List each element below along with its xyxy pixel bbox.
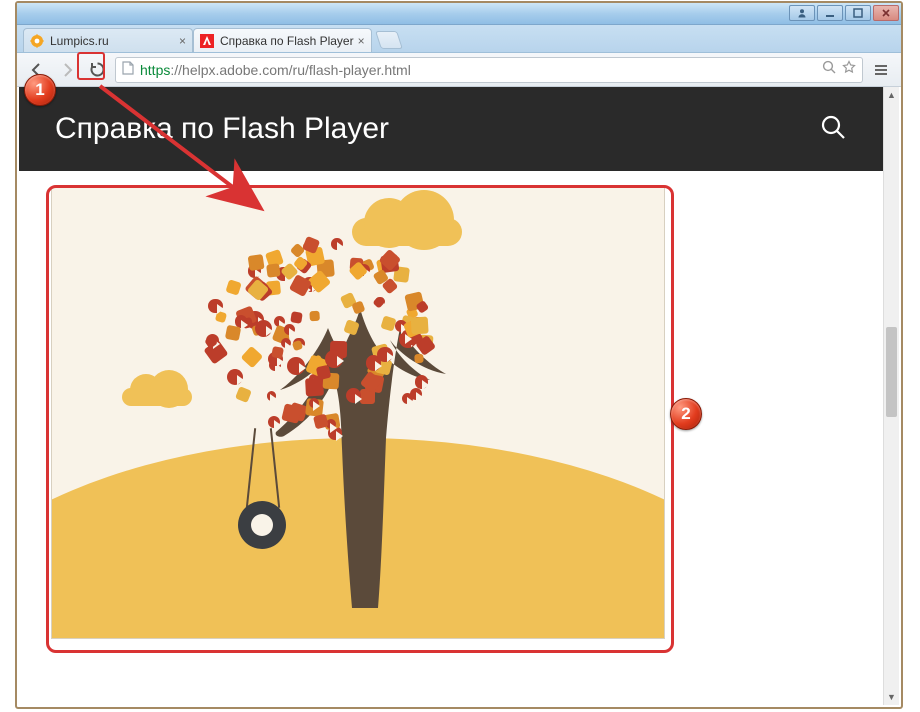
bookmark-star-icon[interactable] — [842, 60, 856, 79]
tire-swing — [238, 501, 286, 549]
close-window-button[interactable] — [873, 5, 899, 21]
callout-number: 1 — [35, 80, 44, 100]
tab-title: Справка по Flash Player — [220, 34, 354, 48]
tree-leaves — [182, 228, 462, 448]
favicon-adobe — [200, 34, 214, 48]
callout-badge-1: 1 — [24, 74, 56, 106]
page-icon — [122, 61, 134, 78]
callout-badge-2: 2 — [670, 398, 702, 430]
browser-tab-active[interactable]: Справка по Flash Player × — [193, 28, 372, 52]
url-text: https://helpx.adobe.com/ru/flash-player.… — [140, 62, 816, 78]
browser-tab[interactable]: Lumpics.ru × — [23, 28, 193, 52]
search-icon[interactable] — [819, 113, 847, 146]
tab-strip: Lumpics.ru × Справка по Flash Player × — [17, 25, 901, 53]
forward-button[interactable] — [55, 58, 79, 82]
scroll-down-arrow-icon[interactable]: ▼ — [884, 689, 899, 705]
tab-close-icon[interactable]: × — [179, 34, 186, 48]
user-menu-button[interactable] — [789, 5, 815, 21]
screenshot-frame: Lumpics.ru × Справка по Flash Player × — [15, 1, 903, 709]
ground-illustration — [51, 438, 665, 639]
address-bar[interactable]: https://helpx.adobe.com/ru/flash-player.… — [115, 57, 863, 83]
callout-number: 2 — [681, 404, 690, 424]
page-title: Справка по Flash Player — [55, 112, 389, 146]
page-viewport: Справка по Flash Player — [19, 87, 899, 705]
favicon-lumpics — [30, 34, 44, 48]
window-titlebar — [17, 3, 901, 25]
adobe-header: Справка по Flash Player — [19, 87, 883, 171]
zoom-icon[interactable] — [822, 60, 836, 79]
reload-button[interactable] — [85, 58, 109, 82]
new-tab-button[interactable] — [375, 31, 403, 49]
browser-toolbar: https://helpx.adobe.com/ru/flash-player.… — [17, 53, 901, 87]
browser-menu-button[interactable] — [869, 58, 893, 82]
tab-close-icon[interactable]: × — [358, 34, 365, 48]
tab-title: Lumpics.ru — [50, 34, 175, 48]
minimize-button[interactable] — [817, 5, 843, 21]
scroll-thumb[interactable] — [886, 327, 897, 417]
vertical-scrollbar[interactable]: ▲ ▼ — [883, 87, 899, 705]
flash-content — [51, 187, 665, 639]
maximize-button[interactable] — [845, 5, 871, 21]
scroll-up-arrow-icon[interactable]: ▲ — [884, 87, 899, 103]
